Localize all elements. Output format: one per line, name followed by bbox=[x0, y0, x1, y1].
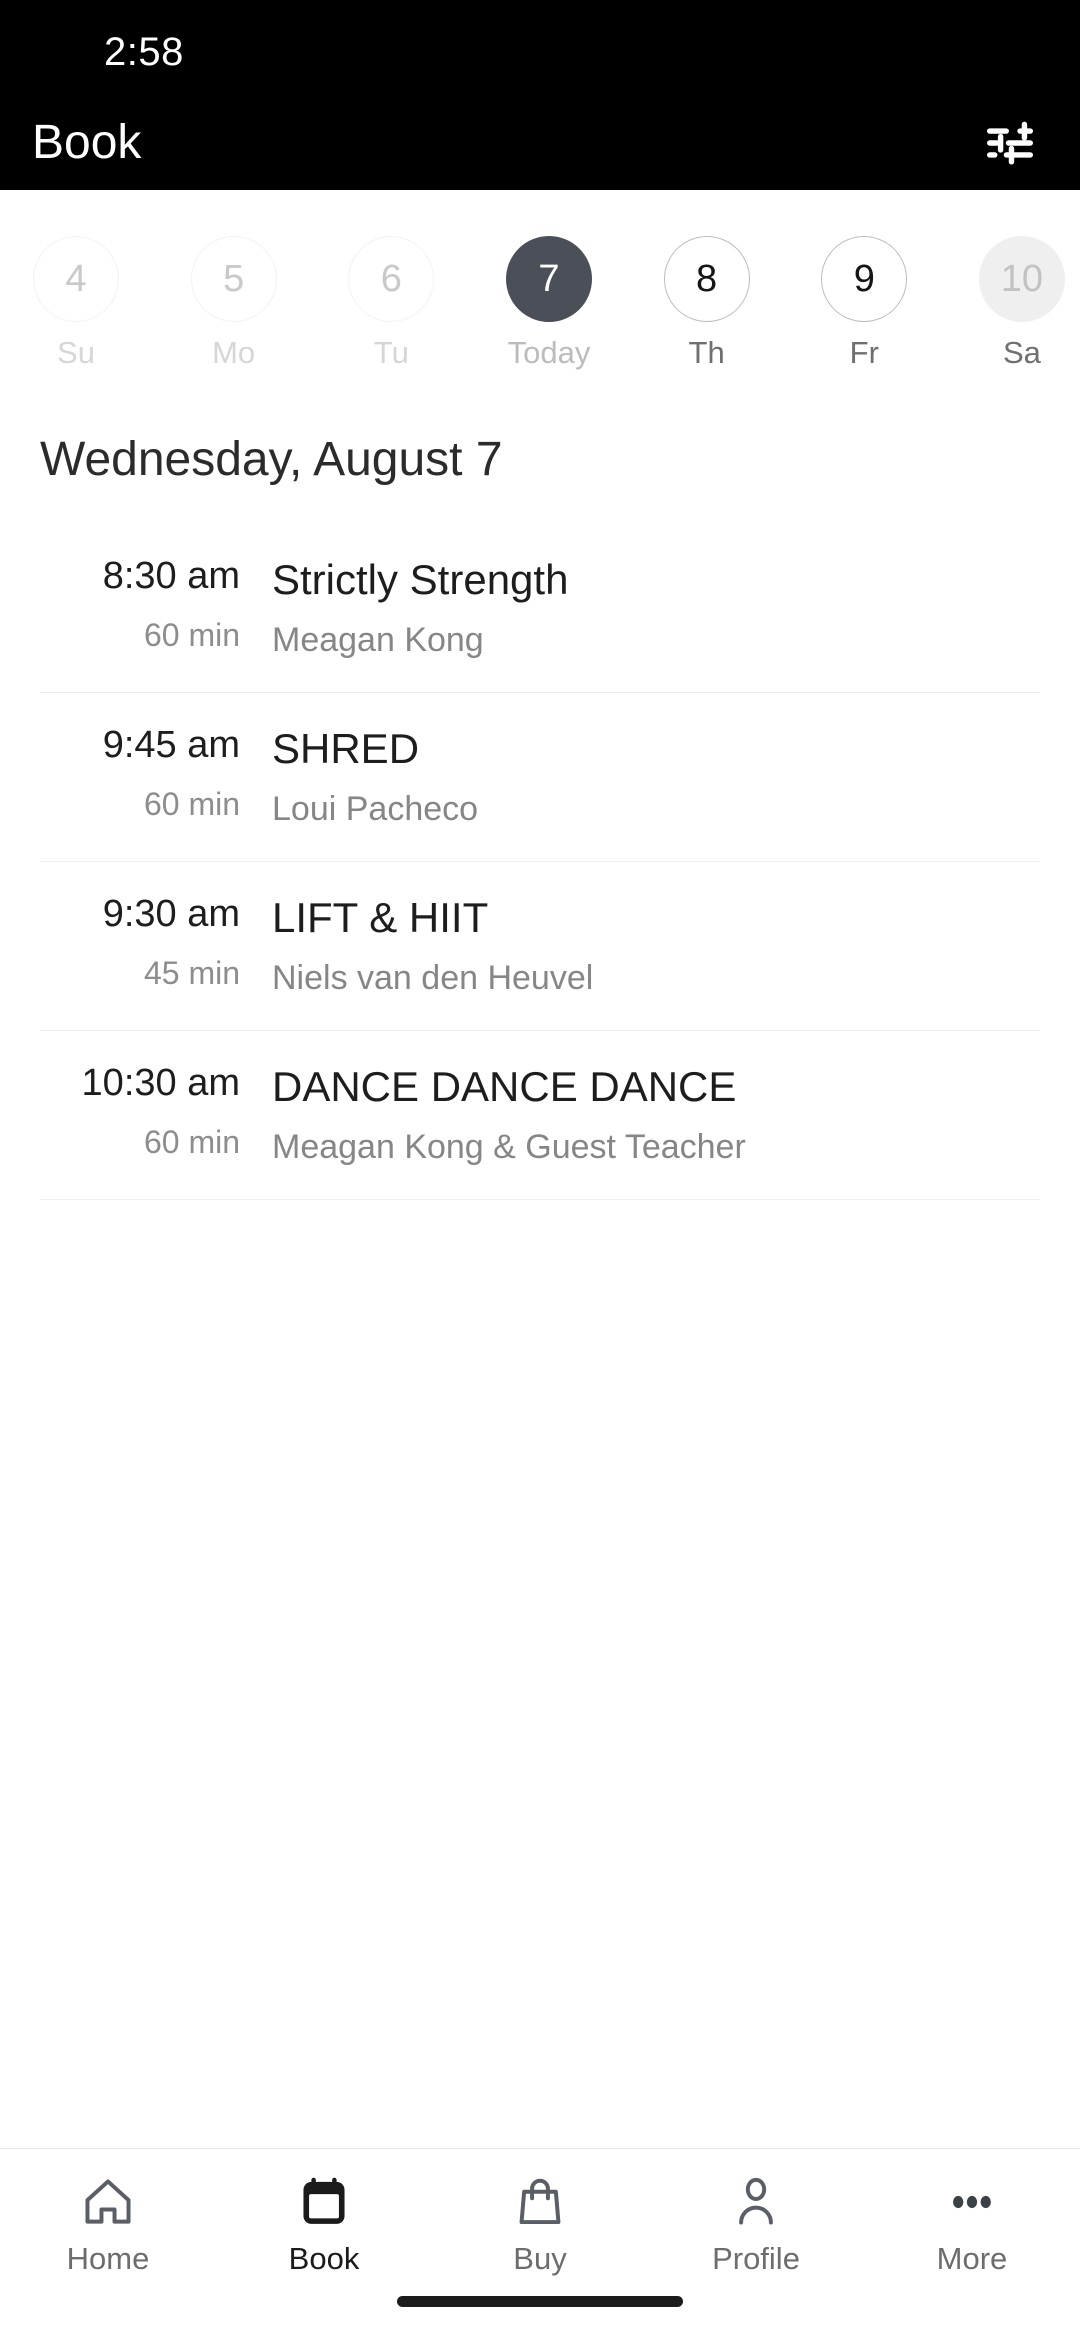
date-circle[interactable]: 8 bbox=[663, 236, 750, 322]
class-time: 10:30 am bbox=[81, 1062, 240, 1104]
date-circle[interactable]: 6 bbox=[348, 236, 435, 322]
date-selector-strip[interactable]: 4 Su 5 Mo 6 Tu 7 Today 8 Th 9 Fr 10 Sa bbox=[0, 190, 1080, 380]
class-time-block: 10:30 am 60 min bbox=[40, 1061, 272, 1161]
nav-tab-buy[interactable]: Buy bbox=[432, 2171, 648, 2277]
home-indicator[interactable] bbox=[397, 2296, 683, 2307]
class-time-block: 8:30 am 60 min bbox=[40, 554, 272, 654]
status-bar-clock: 2:58 bbox=[104, 30, 184, 74]
class-time-block: 9:45 am 60 min bbox=[40, 723, 272, 823]
class-duration: 60 min bbox=[143, 1124, 240, 1160]
table-row[interactable]: 10:30 am 60 min DANCE DANCE DANCE Meagan… bbox=[40, 1031, 1040, 1200]
class-info-block: LIFT & HIIT Niels van den Heuvel bbox=[272, 892, 1040, 998]
nav-label: Profile bbox=[712, 2241, 800, 2276]
date-cell-9[interactable]: 9 Fr bbox=[812, 236, 916, 370]
date-circle[interactable]: 4 bbox=[33, 236, 119, 322]
date-circle[interactable]: 7 bbox=[505, 236, 592, 322]
date-cell-10[interactable]: 10 Sa bbox=[970, 236, 1074, 370]
class-time-block: 9:30 am 45 min bbox=[40, 892, 272, 992]
nav-label: Home bbox=[66, 2241, 150, 2276]
nav-tab-more[interactable]: More bbox=[864, 2171, 1080, 2277]
date-cells: 4 Su 5 Mo 6 Tu 7 Today 8 Th 9 Fr 10 Sa bbox=[0, 236, 1080, 370]
nav-tab-home[interactable]: Home bbox=[0, 2171, 216, 2277]
home-indicator-area bbox=[0, 2296, 1080, 2340]
date-cell-7-selected[interactable]: 7 Today bbox=[497, 236, 601, 370]
class-time: 9:45 am bbox=[102, 724, 240, 766]
page-title: Book bbox=[32, 116, 142, 169]
home-icon bbox=[80, 2171, 136, 2233]
class-instructor: Meagan Kong & Guest Teacher bbox=[272, 1128, 746, 1166]
shopping-bag-icon bbox=[512, 2171, 568, 2233]
bottom-navigation-bar: Home Book Buy Profile More bbox=[0, 2148, 1080, 2296]
status-bar: 2:58 bbox=[0, 0, 1080, 96]
date-weekday-label: Th bbox=[688, 335, 725, 370]
selected-day-heading: Wednesday, August 7 bbox=[40, 433, 503, 486]
class-name: Strictly Strength bbox=[272, 556, 569, 603]
app-bar: Book bbox=[0, 96, 1080, 190]
class-duration: 60 min bbox=[143, 786, 240, 822]
date-circle[interactable]: 5 bbox=[190, 236, 277, 322]
class-info-block: SHRED Loui Pacheco bbox=[272, 723, 1040, 829]
class-info-block: Strictly Strength Meagan Kong bbox=[272, 554, 1040, 660]
date-cell-4[interactable]: 4 Su bbox=[24, 236, 128, 370]
person-icon bbox=[728, 2171, 784, 2233]
table-row[interactable]: 9:30 am 45 min LIFT & HIIT Niels van den… bbox=[40, 862, 1040, 1031]
tune-filter-icon bbox=[987, 121, 1033, 165]
class-name: LIFT & HIIT bbox=[272, 894, 489, 941]
nav-label: Book bbox=[288, 2241, 360, 2276]
app-screen: 2:58 Book 4 Su 5 Mo 6 Tu 7 Today 8 Th 9 … bbox=[0, 0, 1080, 2340]
nav-tab-book[interactable]: Book bbox=[216, 2171, 432, 2277]
class-duration: 45 min bbox=[143, 955, 240, 991]
filter-button[interactable] bbox=[984, 120, 1036, 166]
date-weekday-label: Fr bbox=[849, 335, 879, 370]
date-cell-5[interactable]: 5 Mo bbox=[182, 236, 286, 370]
class-info-block: DANCE DANCE DANCE Meagan Kong & Guest Te… bbox=[272, 1061, 1040, 1167]
table-row[interactable]: 8:30 am 60 min Strictly Strength Meagan … bbox=[40, 524, 1040, 693]
nav-label: More bbox=[936, 2241, 1008, 2276]
class-instructor: Niels van den Heuvel bbox=[272, 959, 594, 997]
calendar-icon bbox=[296, 2171, 352, 2233]
nav-label: Buy bbox=[513, 2241, 567, 2276]
class-duration: 60 min bbox=[143, 617, 240, 653]
class-instructor: Meagan Kong bbox=[272, 621, 484, 659]
class-time: 9:30 am bbox=[102, 893, 240, 935]
date-weekday-label: Sa bbox=[1002, 335, 1041, 370]
date-weekday-label: Mo bbox=[212, 335, 256, 370]
more-dots-icon bbox=[944, 2171, 1000, 2233]
date-circle[interactable]: 10 bbox=[978, 236, 1065, 322]
top-black-area: 2:58 Book bbox=[0, 0, 1080, 190]
class-name: SHRED bbox=[272, 725, 420, 772]
nav-tab-profile[interactable]: Profile bbox=[648, 2171, 864, 2277]
class-time: 8:30 am bbox=[102, 555, 240, 597]
table-row[interactable]: 9:45 am 60 min SHRED Loui Pacheco bbox=[40, 693, 1040, 862]
class-instructor: Loui Pacheco bbox=[272, 790, 479, 828]
date-weekday-label: Tu bbox=[373, 335, 409, 370]
class-name: DANCE DANCE DANCE bbox=[272, 1063, 737, 1110]
date-cell-8[interactable]: 8 Th bbox=[655, 236, 759, 370]
date-cell-6[interactable]: 6 Tu bbox=[339, 236, 443, 370]
date-circle[interactable]: 9 bbox=[821, 236, 908, 322]
class-schedule-list: 8:30 am 60 min Strictly Strength Meagan … bbox=[0, 488, 1080, 1200]
date-weekday-label: Su bbox=[57, 335, 95, 370]
date-weekday-label: Today bbox=[507, 335, 591, 370]
